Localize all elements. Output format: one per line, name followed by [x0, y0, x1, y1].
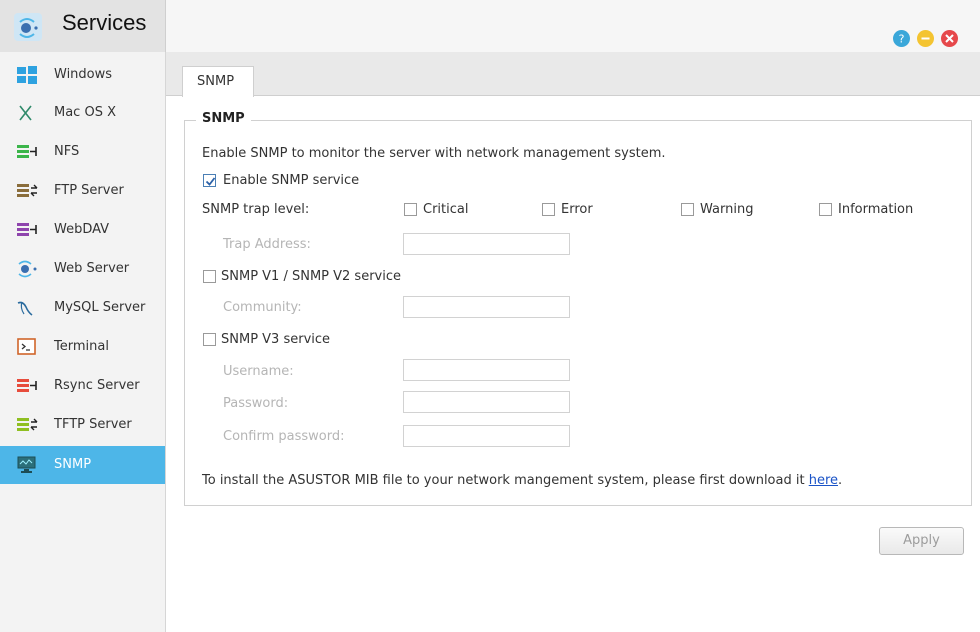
services-app-icon	[14, 13, 42, 41]
snmp-description: Enable SNMP to monitor the server with n…	[202, 146, 666, 161]
trap-address-input[interactable]	[403, 233, 570, 255]
sidebar-item-label: Mac OS X	[54, 105, 116, 120]
sidebar-item-ftp-server[interactable]: FTP Server	[0, 172, 165, 210]
windows-icon	[17, 66, 37, 84]
enable-snmp-label: Enable SNMP service	[223, 173, 360, 188]
sidebar-item-webdav[interactable]: WebDAV	[0, 211, 165, 249]
check-icon	[205, 177, 216, 186]
snmp-icon	[17, 456, 36, 473]
sidebar-item-windows[interactable]: Windows	[0, 56, 165, 94]
sidebar-item-label: Web Server	[54, 261, 130, 276]
terminal-icon	[17, 338, 36, 355]
trap-information-checkbox[interactable]	[819, 203, 832, 216]
confirm-password-label: Confirm password:	[223, 429, 345, 444]
trap-critical-label: Critical	[423, 202, 469, 217]
sidebar-item-mac-os-x[interactable]: Mac OS X	[0, 94, 165, 132]
trap-critical-checkbox[interactable]	[404, 203, 417, 216]
snmp-v1-v2-checkbox[interactable]	[203, 270, 216, 283]
password-label: Password:	[223, 396, 289, 411]
trap-information-label: Information	[838, 202, 914, 217]
sidebar-item-label: NFS	[54, 144, 80, 159]
confirm-password-input[interactable]	[403, 425, 570, 447]
mib-install-note: To install the ASUSTOR MIB file to your …	[202, 473, 842, 488]
minimize-icon[interactable]	[917, 30, 934, 47]
mysql-server-icon	[17, 301, 33, 316]
web-server-icon	[18, 260, 37, 278]
trap-warning-checkbox[interactable]	[681, 203, 694, 216]
community-label: Community:	[223, 300, 302, 315]
ftp-server-icon	[17, 184, 38, 197]
community-input[interactable]	[403, 296, 570, 318]
snmp-v3-checkbox[interactable]	[203, 333, 216, 346]
sidebar-item-mysql-server[interactable]: MySQL Server	[0, 289, 165, 327]
svg-text:?: ?	[899, 33, 905, 46]
mac-os-x-icon	[19, 105, 32, 121]
sidebar-item-label: Rsync Server	[54, 378, 140, 393]
trap-level-label: SNMP trap level:	[202, 202, 310, 217]
sidebar-item-tftp-server[interactable]: TFTP Server	[0, 406, 165, 444]
username-input[interactable]	[403, 359, 570, 381]
sidebar-item-label: SNMP	[54, 457, 92, 472]
tftp-server-icon	[17, 418, 38, 431]
password-input[interactable]	[403, 391, 570, 413]
sidebar-item-label: FTP Server	[54, 183, 124, 198]
sidebar-item-label: Terminal	[54, 339, 109, 354]
rsync-server-icon	[17, 379, 37, 392]
tab-snmp[interactable]: SNMP	[182, 66, 254, 97]
apply-button[interactable]: Apply	[879, 527, 964, 555]
help-icon[interactable]: ?	[893, 30, 910, 47]
sidebar-item-label: MySQL Server	[54, 300, 146, 315]
sidebar-item-rsync-server[interactable]: Rsync Server	[0, 367, 165, 405]
sidebar-item-nfs[interactable]: NFS	[0, 133, 165, 171]
trap-address-label: Trap Address:	[223, 237, 311, 252]
sidebar-item-web-server[interactable]: Web Server	[0, 250, 165, 288]
sidebar-item-label: WebDAV	[54, 222, 110, 237]
window-title: Services	[62, 10, 147, 35]
close-icon[interactable]	[941, 30, 958, 47]
enable-snmp-checkbox[interactable]	[203, 174, 216, 187]
trap-error-checkbox[interactable]	[542, 203, 555, 216]
services-sidebar: Windows Mac OS X NFS FTP Server WebDAV W…	[0, 52, 166, 632]
mib-install-suffix: .	[838, 473, 843, 488]
trap-error-label: Error	[561, 202, 593, 217]
snmp-v3-label: SNMP V3 service	[221, 332, 331, 347]
username-label: Username:	[223, 364, 294, 379]
snmp-v1-v2-label: SNMP V1 / SNMP V2 service	[221, 269, 402, 284]
sidebar-item-label: TFTP Server	[54, 417, 132, 432]
mib-install-text: To install the ASUSTOR MIB file to your …	[202, 473, 809, 488]
snmp-legend: SNMP	[196, 111, 251, 126]
title-bar: Services ?	[0, 0, 980, 52]
tab-label: SNMP	[197, 74, 235, 89]
title-bar-app-area: Services	[0, 0, 166, 52]
trap-warning-label: Warning	[700, 202, 754, 217]
sidebar-item-terminal[interactable]: Terminal	[0, 328, 165, 366]
tab-bar: SNMP	[166, 52, 980, 97]
sidebar-item-snmp[interactable]: SNMP	[0, 446, 165, 484]
webdav-icon	[17, 223, 37, 236]
mib-download-link[interactable]: here	[809, 473, 838, 488]
sidebar-item-label: Windows	[54, 67, 113, 82]
nfs-icon	[17, 145, 37, 158]
